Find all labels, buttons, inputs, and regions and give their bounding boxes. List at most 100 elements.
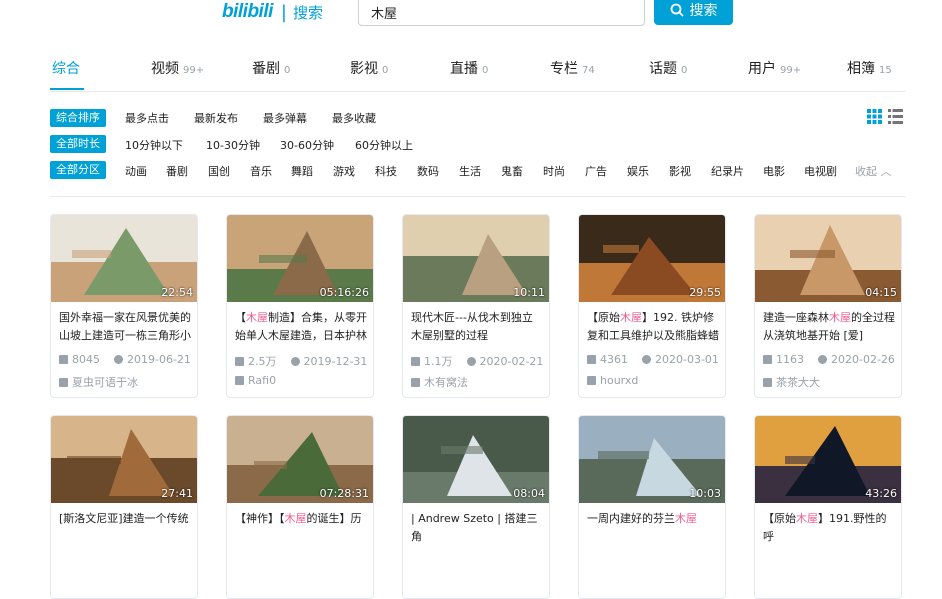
upload-date: 2020-03-01 [655, 353, 719, 366]
video-title[interactable]: | Andrew Szeto | 搭建三角 [411, 510, 543, 546]
duration-option[interactable]: 60分钟以上 [355, 137, 413, 153]
list-view-icon[interactable] [888, 109, 903, 128]
collapse-label: 收起 [855, 165, 877, 178]
order-option[interactable]: 最新发布 [194, 110, 238, 126]
zone-option[interactable]: 生活 [459, 163, 481, 179]
video-title[interactable]: 【原始木屋】192. 铁炉修复和工具维护以及熊脂蜂蜡 [587, 309, 719, 345]
video-author[interactable]: 木有窝法 [411, 374, 468, 390]
video-thumbnail[interactable]: 08:04 [403, 416, 549, 503]
video-title[interactable]: 国外幸福一家在风景优美的山坡上建造可一栋三角形小 [59, 309, 191, 345]
video-thumbnail[interactable]: 29:55 [579, 215, 725, 302]
video-title[interactable]: 【木屋制造】合集，从零开始单人木屋建造，日本护林 [235, 309, 367, 345]
tab-album[interactable]: 相簿 15 [847, 58, 892, 78]
video-title[interactable]: 建造一座森林木屋的全过程从浇筑地基开始 [爱] [763, 309, 895, 345]
zone-option[interactable]: 音乐 [250, 163, 272, 179]
video-card[interactable]: 29:55 【原始木屋】192. 铁炉修复和工具维护以及熊脂蜂蜡 4361 20… [578, 214, 726, 398]
tab-label: 视频 [151, 61, 179, 77]
zone-option[interactable]: 数码 [417, 163, 439, 179]
tab-user[interactable]: 用户 99+ [748, 58, 801, 78]
tab-article[interactable]: 专栏 74 [550, 58, 595, 78]
zone-option[interactable]: 游戏 [333, 163, 355, 179]
zone-option[interactable]: 国创 [208, 163, 230, 179]
video-card[interactable]: 10:11 现代木匠---从伐木到独立木屋别墅的过程 1.1万 2020-02-… [402, 214, 550, 398]
video-title[interactable]: 【原始木屋】191.野性的呼 [763, 510, 895, 546]
duration-filter-active[interactable]: 全部时长 [50, 135, 106, 153]
video-title[interactable]: 【神作】【木屋的诞生】历 [235, 510, 367, 546]
grid-view-icon[interactable] [867, 109, 882, 128]
video-title[interactable]: 一周内建好的芬兰木屋 [587, 510, 719, 546]
collapse-toggle[interactable]: 收起 ︿ [855, 163, 892, 179]
uploader-icon [763, 377, 772, 387]
duration-option[interactable]: 30-60分钟 [280, 137, 334, 153]
video-title[interactable]: [斯洛文尼亚]建造一个传统 [59, 510, 191, 546]
zone-option[interactable]: 电影 [763, 163, 785, 179]
zone-option[interactable]: 纪录片 [711, 163, 744, 179]
duration-option[interactable]: 10分钟以下 [125, 137, 183, 153]
zone-option[interactable]: 动画 [125, 163, 147, 179]
order-option[interactable]: 最多点击 [125, 110, 169, 126]
tab-topic[interactable]: 话题 0 [649, 58, 687, 78]
tab-bangumi[interactable]: 番剧 0 [252, 58, 290, 78]
tab-label: 综合 [52, 61, 80, 77]
video-card[interactable]: 04:15 建造一座森林木屋的全过程从浇筑地基开始 [爱] 1163 2020-… [754, 214, 902, 398]
title-text: 【 [235, 311, 246, 324]
title-text: [斯洛文尼亚]建造一个传统 [59, 512, 189, 525]
zone-option[interactable]: 娱乐 [627, 163, 649, 179]
video-card[interactable]: 08:04 | Andrew Szeto | 搭建三角 [402, 415, 550, 599]
video-thumbnail[interactable]: 27:41 [51, 416, 197, 503]
zone-option[interactable]: 鬼畜 [501, 163, 523, 179]
tab-count: 99+ [780, 65, 802, 76]
title-text: 现代木匠---从伐木到独立木屋别墅的过程 [411, 311, 533, 342]
logo-search-label: 搜索 [292, 3, 323, 22]
play-count-icon [411, 356, 420, 366]
play-count: 4361 [600, 353, 628, 366]
video-card[interactable]: 22:54 国外幸福一家在风景优美的山坡上建造可一栋三角形小 8045 2019… [50, 214, 198, 398]
video-card[interactable]: 05:16:26 【木屋制造】合集，从零开始单人木屋建造，日本护林 2.5万 2… [226, 214, 374, 398]
tab-count: 0 [382, 65, 389, 76]
video-thumbnail[interactable]: 05:16:26 [227, 215, 373, 302]
zone-option[interactable]: 时尚 [543, 163, 565, 179]
tab-live[interactable]: 直播 0 [450, 58, 488, 78]
video-author[interactable]: 茶茶大大 [763, 374, 820, 390]
clock-icon [466, 356, 476, 366]
duration-option[interactable]: 10-30分钟 [206, 137, 260, 153]
zone-option[interactable]: 电视剧 [804, 163, 837, 179]
play-count: 1.1万 [424, 355, 453, 368]
video-author[interactable]: 夏虫可语于冰 [59, 374, 138, 390]
video-title[interactable]: 现代木匠---从伐木到独立木屋别墅的过程 [411, 309, 543, 345]
zone-filter-active[interactable]: 全部分区 [50, 161, 106, 179]
search-input[interactable]: 木屋 [358, 0, 645, 26]
video-thumbnail[interactable]: 07:28:31 [227, 416, 373, 503]
video-thumbnail[interactable]: 43:26 [755, 416, 901, 503]
video-thumbnail[interactable]: 22:54 [51, 215, 197, 302]
title-text: 【原始 [587, 311, 620, 324]
order-filter-active[interactable]: 综合排序 [50, 109, 106, 127]
title-text: 【原始 [763, 512, 796, 525]
zone-option[interactable]: 舞蹈 [291, 163, 313, 179]
tab-count: 74 [582, 65, 595, 76]
tab-label: 相簿 [847, 61, 875, 77]
video-author[interactable]: Rafi0 [235, 374, 276, 387]
bilibili-logo[interactable]: bilibili | 搜索 [222, 0, 323, 24]
video-author[interactable]: hourxd [587, 374, 638, 387]
order-option[interactable]: 最多弹幕 [263, 110, 307, 126]
tab-all[interactable]: 综合 [52, 58, 80, 78]
video-card[interactable]: 43:26 【原始木屋】191.野性的呼 [754, 415, 902, 599]
play-count-icon [587, 355, 596, 364]
tab-movie[interactable]: 影视 0 [350, 58, 388, 78]
title-keyword-highlight: 木屋 [829, 311, 851, 324]
zone-option[interactable]: 影视 [669, 163, 691, 179]
tab-video[interactable]: 视频 99+ [151, 58, 204, 78]
video-card[interactable]: 10:03 一周内建好的芬兰木屋 [578, 415, 726, 599]
zone-option[interactable]: 广告 [585, 163, 607, 179]
order-option[interactable]: 最多收藏 [332, 110, 376, 126]
video-thumbnail[interactable]: 10:11 [403, 215, 549, 302]
zone-option[interactable]: 科技 [375, 163, 397, 179]
zone-option[interactable]: 番剧 [166, 163, 188, 179]
video-thumbnail[interactable]: 10:03 [579, 416, 725, 503]
video-card[interactable]: 27:41 [斯洛文尼亚]建造一个传统 [50, 415, 198, 599]
search-button[interactable]: 搜索 [654, 0, 733, 25]
video-thumbnail[interactable]: 04:15 [755, 215, 901, 302]
video-card[interactable]: 07:28:31 【神作】【木屋的诞生】历 [226, 415, 374, 599]
tab-label: 专栏 [550, 61, 578, 77]
